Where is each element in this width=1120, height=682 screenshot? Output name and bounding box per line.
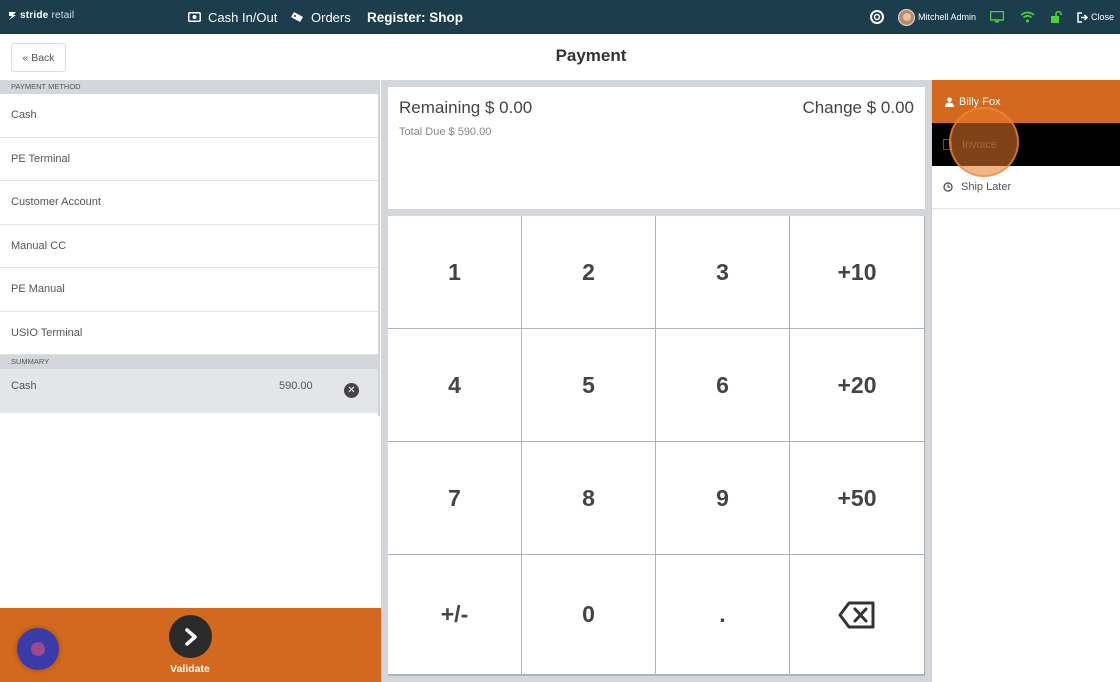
payment-method-pe-manual[interactable]: PE Manual	[0, 268, 378, 312]
payment-method-manual-cc[interactable]: Manual CC	[0, 224, 378, 268]
validate-bar: Validate	[0, 608, 381, 682]
orders-label: Orders	[311, 9, 351, 25]
numpad-key-6[interactable]: 6	[656, 329, 789, 441]
cash-in-out-button[interactable]: Cash In/Out	[188, 0, 277, 34]
cash-icon	[188, 12, 201, 22]
close-label: Close	[1091, 12, 1115, 22]
summary-line-amount: 590.00	[279, 380, 313, 392]
numpad-key-8[interactable]: 8	[522, 442, 655, 554]
numpad-key-plus-50[interactable]: +50	[790, 442, 924, 554]
lifebuoy-icon	[870, 10, 884, 24]
numpad-key-1[interactable]: 1	[388, 216, 521, 328]
clock-icon	[943, 182, 953, 192]
close-button[interactable]: Close	[1077, 0, 1114, 34]
chevron-right-icon	[184, 627, 197, 646]
payment-method-heading: PAYMENT METHOD	[0, 80, 380, 94]
validate-label: Validate	[170, 663, 210, 675]
backspace-icon	[838, 601, 875, 628]
ship-later-label: Ship Later	[961, 181, 1012, 193]
help-button[interactable]	[870, 0, 884, 34]
numpad-key-4[interactable]: 4	[388, 329, 521, 441]
summary-line-method: Cash	[11, 380, 37, 392]
order-options-panel: Billy Fox Invoice Ship Later	[931, 80, 1120, 682]
payment-center-panel: Remaining $ 0.00 Change $ 0.00 Total Due…	[381, 80, 931, 682]
numpad-key-2[interactable]: 2	[522, 216, 655, 328]
logo-text-bold: stride	[20, 10, 49, 21]
panel-divider	[378, 80, 380, 416]
change-amount: Change $ 0.00	[802, 98, 914, 117]
numpad-key-backspace[interactable]	[790, 555, 924, 674]
payment-method-cash[interactable]: Cash	[0, 94, 378, 138]
orders-button[interactable]: Orders	[290, 0, 351, 34]
cash-in-out-label: Cash In/Out	[208, 9, 278, 25]
summary-heading: SUMMARY	[0, 355, 380, 369]
numpad-key-7[interactable]: 7	[388, 442, 521, 554]
register-name: Register: Shop	[367, 9, 464, 25]
ticket-icon	[291, 12, 303, 22]
numpad-key-plus-10[interactable]: +10	[790, 216, 924, 328]
payment-method-customer-account[interactable]: Customer Account	[0, 181, 378, 225]
page-title: Payment	[555, 46, 627, 65]
monitor-icon	[990, 11, 1004, 23]
amount-summary: Remaining $ 0.00 Change $ 0.00 Total Due…	[388, 87, 925, 209]
stride-retail-logo: stride retail	[8, 10, 74, 21]
remove-line-icon[interactable]: ✕	[344, 383, 359, 398]
numpad-key-plus-20[interactable]: +20	[790, 329, 924, 441]
logo-mark-icon	[9, 12, 16, 20]
summary-line[interactable]: Cash 590.00 ✕	[0, 369, 378, 413]
avatar	[898, 8, 915, 26]
logo-text-light: retail	[51, 10, 75, 21]
numpad-key-decimal[interactable]: .	[656, 555, 789, 674]
invoice-label: Invoice	[962, 138, 997, 151]
customer-display-button[interactable]	[990, 0, 1004, 34]
numpad-key-9[interactable]: 9	[656, 442, 789, 554]
validate-button[interactable]	[169, 615, 212, 658]
numpad-key-3[interactable]: 3	[656, 216, 789, 328]
total-due: Total Due $ 590.00	[399, 126, 492, 138]
payment-method-panel: PAYMENT METHOD Cash PE Terminal Customer…	[0, 80, 381, 682]
customer-button[interactable]: Billy Fox	[932, 80, 1120, 123]
user-name: Mitchell Admin	[918, 12, 977, 22]
ship-later-toggle[interactable]: Ship Later	[932, 166, 1120, 209]
payment-method-pe-terminal[interactable]: PE Terminal	[0, 137, 378, 181]
wifi-icon	[1020, 11, 1035, 23]
lock-button[interactable]	[1050, 0, 1062, 34]
payment-method-usio-terminal[interactable]: USIO Terminal	[0, 311, 378, 355]
numpad-key-0[interactable]: 0	[522, 555, 655, 674]
unlock-icon	[1051, 11, 1062, 23]
numpad-key-5[interactable]: 5	[522, 329, 655, 441]
numpad: 1 2 3 +10 4 5 6 +20 7 8 9 +50 +/- 0 .	[388, 216, 925, 676]
remaining-amount: Remaining $ 0.00	[399, 98, 533, 117]
numpad-key-sign[interactable]: +/-	[388, 555, 521, 674]
connection-status[interactable]	[1020, 0, 1035, 34]
file-icon	[943, 139, 952, 150]
top-bar: stride retail Cash In/Out Orders Register…	[0, 0, 1120, 34]
payment-header: « Back Payment	[0, 34, 1120, 80]
user-icon	[945, 96, 954, 107]
invoice-toggle[interactable]: Invoice	[932, 123, 1120, 166]
customer-name: Billy Fox	[959, 95, 1001, 108]
user-menu[interactable]: Mitchell Admin	[898, 0, 976, 34]
sign-out-icon	[1077, 11, 1089, 23]
chat-widget-icon[interactable]	[17, 628, 59, 670]
